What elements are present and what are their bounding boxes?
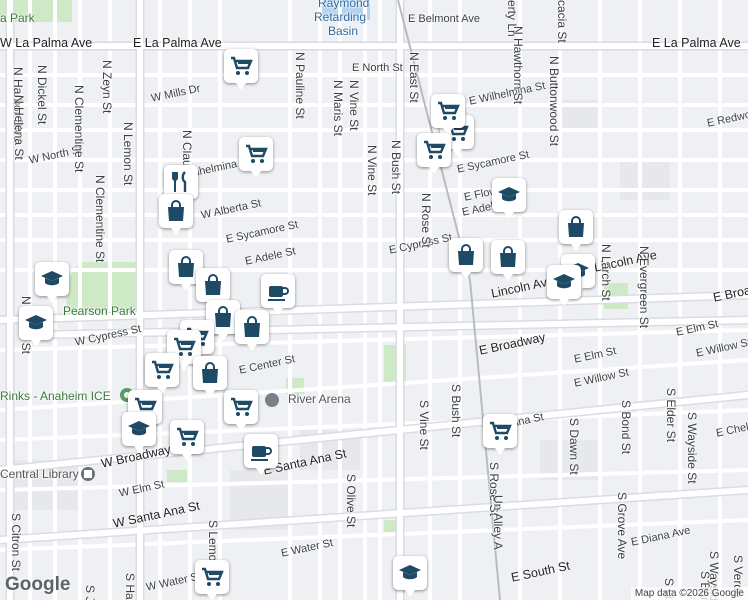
street-label-vertical: N Clementine St	[93, 175, 107, 263]
street-label-vertical: S J	[83, 585, 97, 600]
major-street-label: E La Palma Ave	[652, 36, 741, 50]
shopping-bag-icon	[202, 362, 218, 383]
shopping-cart-pin[interactable]	[224, 390, 258, 431]
street-label-vertical: Un Alley A	[491, 495, 505, 550]
shopping-cart-icon	[246, 144, 268, 163]
shopping-bag-icon	[205, 274, 221, 295]
street-label-vertical: S Bush St	[449, 384, 463, 438]
street-label-vertical: N Zeyn St	[100, 60, 114, 114]
shopping-cart-icon	[177, 427, 199, 446]
shopping-cart-pin[interactable]	[145, 353, 179, 394]
shopping-bag-icon	[215, 306, 231, 327]
basin-label-line1: Raymond	[318, 0, 370, 10]
coffee-cup-icon	[251, 446, 272, 461]
street-label-vertical: N Vine St	[365, 145, 379, 196]
shopping-cart-pin[interactable]	[224, 49, 258, 90]
street-label-vertical: N Rose St	[419, 193, 433, 248]
street-label: E North St	[352, 62, 403, 74]
street-label-vertical: N Pauline St	[293, 52, 307, 119]
shopping-cart-pin[interactable]	[417, 133, 451, 174]
shopping-cart-pin[interactable]	[195, 560, 229, 600]
street-label-vertical: N Larch St	[599, 244, 613, 301]
shopping-bag-pin[interactable]	[559, 210, 593, 251]
street-label-vertical: cacia St	[555, 0, 569, 43]
street-label-vertical: N Bush St	[389, 140, 403, 195]
shopping-bag-pin[interactable]	[196, 268, 230, 309]
street-label-vertical: S Olive St	[344, 474, 358, 528]
shopping-bag-pin[interactable]	[193, 356, 227, 397]
graduation-cap-icon	[498, 187, 520, 202]
graduation-cap-pin[interactable]	[492, 178, 526, 219]
basin-label-line3: Basin	[328, 24, 359, 38]
shopping-bag-pin[interactable]	[491, 240, 525, 281]
graduation-cap-pin[interactable]	[19, 306, 53, 347]
graduation-cap-icon	[41, 271, 63, 286]
river-arena-marker	[265, 393, 279, 407]
graduation-cap-pin[interactable]	[35, 262, 69, 303]
coffee-cup-pin[interactable]	[244, 434, 278, 475]
major-street-label: W La Palma Ave	[0, 36, 93, 50]
shopping-bag-pin[interactable]	[159, 194, 193, 235]
shopping-cart-pin[interactable]	[483, 414, 517, 455]
graduation-cap-pin[interactable]	[122, 412, 156, 453]
shopping-cart-pin[interactable]	[431, 94, 465, 135]
street-label-vertical: N Dickel St	[35, 65, 49, 125]
street-label-vertical: erty Ln	[505, 0, 519, 37]
coffee-cup-icon	[268, 286, 289, 301]
street-label-vertical: S Wayside St	[685, 412, 699, 484]
street-label-vertical: S Grove Ave	[615, 492, 629, 560]
shopping-bag-icon	[178, 256, 194, 277]
poi-central-library: Central Library	[0, 467, 79, 481]
google-logo: Google	[5, 574, 71, 595]
coffee-cup-pin[interactable]	[261, 274, 295, 315]
shopping-cart-icon	[490, 421, 512, 440]
street-label-vertical: S Citron St	[9, 513, 23, 572]
street-label-vertical: N Maris St	[331, 80, 345, 137]
poi-park: a Park	[0, 11, 35, 25]
graduation-cap-icon	[25, 315, 47, 330]
shopping-cart-icon	[152, 360, 174, 379]
graduation-cap-pin[interactable]	[393, 556, 427, 597]
street-label-vertical: N Lemon St	[121, 122, 135, 186]
street-label-vertical: N Helena St	[12, 95, 26, 160]
street-label-vertical: S Harbor	[123, 573, 137, 600]
street-label-vertical: S Elder St	[664, 388, 678, 443]
shopping-bag-icon	[168, 200, 184, 221]
street-label-vertical: S Vine St	[417, 400, 431, 450]
graduation-cap-icon	[553, 274, 575, 289]
street-label-vertical: N East St	[407, 52, 421, 103]
shopping-bag-icon	[458, 244, 474, 265]
poi-anaheim-ice: Rinks - Anaheim ICE	[0, 389, 111, 403]
street-label-vertical: S Bond St	[619, 400, 633, 455]
street-label-vertical: N Clementine St	[72, 85, 86, 173]
street-label: E Belmont Ave	[408, 13, 480, 25]
shopping-bag-icon	[500, 246, 516, 267]
shopping-cart-pin[interactable]	[170, 420, 204, 461]
graduation-cap-icon	[399, 565, 421, 580]
shopping-bag-pin[interactable]	[235, 310, 269, 351]
shopping-cart-icon	[231, 56, 253, 75]
shopping-cart-icon	[202, 567, 224, 586]
shopping-bag-icon	[568, 216, 584, 237]
shopping-cart-pin[interactable]	[239, 137, 273, 178]
street-label-vertical: N Vine St	[347, 80, 361, 131]
poi-river-arena: River Arena	[288, 392, 351, 406]
major-street-label: E La Palma Ave	[133, 36, 222, 50]
graduation-cap-pin[interactable]	[547, 265, 581, 306]
graduation-cap-icon	[128, 421, 150, 436]
shopping-cart-icon	[424, 140, 446, 159]
shopping-bag-pin[interactable]	[449, 238, 483, 279]
poi-pearson-park: Pearson Park	[63, 304, 136, 318]
street-label-vertical: N Buttonwood St	[547, 56, 561, 147]
fork-knife-icon	[172, 171, 187, 192]
street-label-vertical: S Dawn St	[567, 418, 581, 475]
shopping-cart-icon	[438, 101, 460, 120]
map-attribution[interactable]: Map data ©2026 Google	[630, 587, 748, 600]
map-canvas[interactable]: W La Palma Ave E La Palma Ave E La Palma A…	[0, 0, 748, 600]
street-label-vertical: N Evergreen St	[637, 246, 651, 329]
street-label-vertical: N Hawthorn St	[511, 26, 525, 105]
basin-label-line2: Retarding	[314, 10, 367, 24]
shopping-bag-icon	[244, 316, 260, 337]
shopping-cart-icon	[231, 397, 253, 416]
